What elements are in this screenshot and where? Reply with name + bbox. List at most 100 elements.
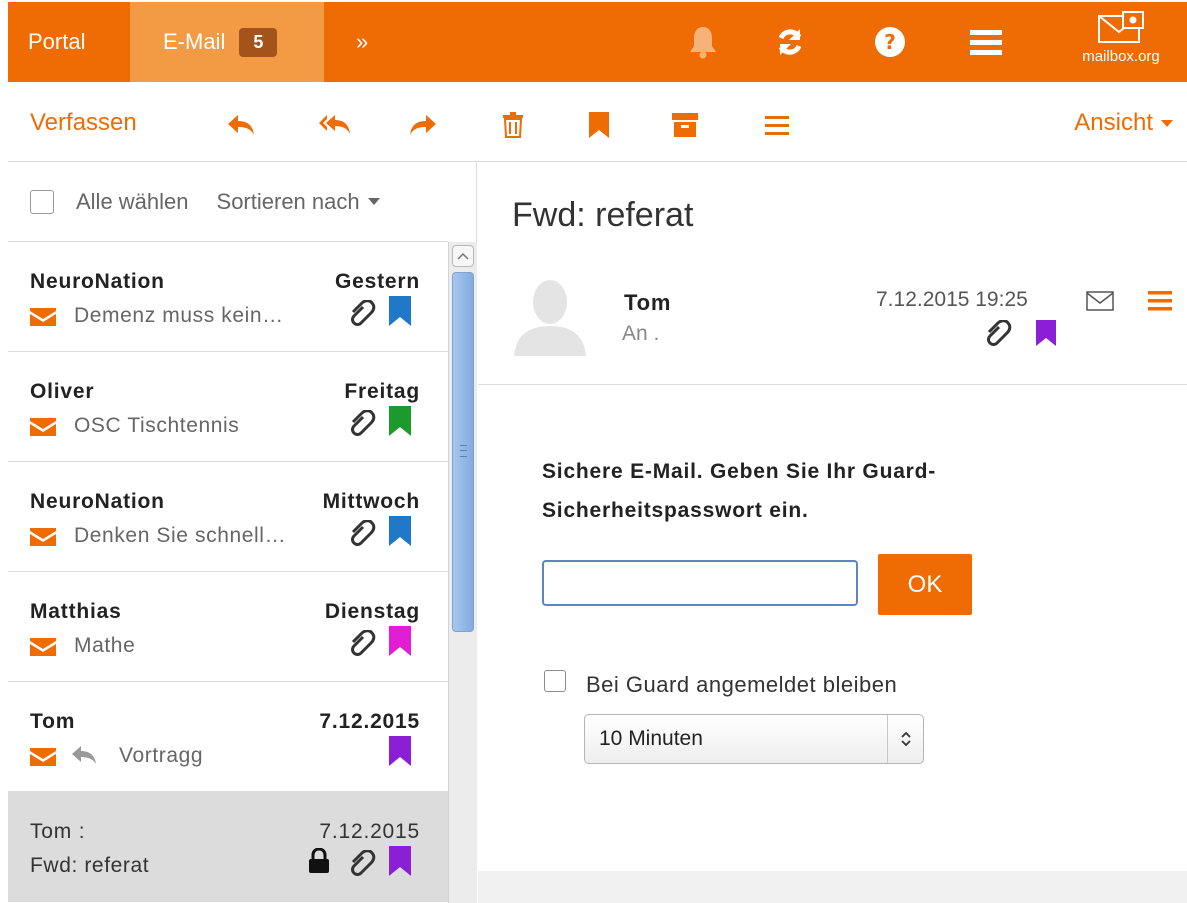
mail-date: Mittwoch — [322, 490, 420, 513]
menu-icon[interactable] — [968, 24, 1004, 60]
flag-icon[interactable] — [389, 296, 411, 326]
mail-sender: Tom : — [30, 820, 86, 843]
mail-subject: Demenz muss kein… — [74, 304, 284, 327]
stay-logged-in-checkbox[interactable] — [544, 670, 566, 692]
mail-subject: Vortragg — [119, 744, 204, 767]
forward-icon[interactable] — [406, 110, 440, 140]
tab-more-label: » — [356, 29, 369, 54]
mail-subject: Denken Sie schnell… — [74, 524, 287, 547]
attachment-icon — [351, 850, 376, 876]
duration-select[interactable]: 10 Minuten — [584, 714, 924, 764]
flag-icon[interactable] — [389, 736, 411, 766]
mail-subject: OSC Tischtennis — [74, 414, 240, 437]
flag-icon[interactable] — [389, 626, 411, 656]
mail-sender: Oliver — [30, 380, 95, 403]
flag-icon[interactable] — [389, 846, 411, 876]
select-all-label[interactable]: Alle wählen — [76, 189, 189, 215]
logo-icon — [1098, 11, 1144, 43]
unread-envelope-icon — [30, 638, 56, 656]
sort-dropdown[interactable]: Sortieren nach — [217, 189, 380, 215]
unread-envelope-icon — [30, 418, 56, 436]
mail-list-item[interactable]: Oliver Freitag OSC Tischtennis — [8, 352, 448, 462]
duration-selected-value: 10 Minuten — [599, 727, 703, 750]
view-dropdown[interactable]: Ansicht — [1074, 109, 1173, 137]
attachment-icon — [351, 300, 376, 326]
detail-date: 7.12.2015 19:25 — [876, 288, 1028, 311]
tab-email[interactable]: E-Mail 5 — [130, 2, 324, 82]
unread-envelope-icon — [30, 308, 56, 326]
mail-list-item[interactable]: Matthias Dienstag Mathe — [8, 572, 448, 682]
mail-list-item-selected[interactable]: Tom : 7.12.2015 Fwd: referat — [8, 792, 448, 902]
detail-bottom-strip — [478, 871, 1187, 903]
archive-icon[interactable] — [668, 110, 702, 140]
envelope-icon[interactable] — [1086, 290, 1114, 312]
logo-text: mailbox.org — [1082, 48, 1160, 65]
flag-icon[interactable] — [389, 406, 411, 436]
tab-portal-label: Portal — [28, 29, 86, 54]
mail-date: Dienstag — [324, 600, 420, 623]
mail-list-item[interactable]: NeuroNation Gestern Demenz muss kein… — [8, 242, 448, 352]
detail-recipient: An . — [622, 322, 660, 345]
mail-list-item[interactable]: Tom 7.12.2015 Vortragg — [8, 682, 448, 792]
detail-sender[interactable]: Tom — [624, 290, 671, 316]
ok-button[interactable]: OK — [878, 554, 972, 615]
tab-portal[interactable]: Portal — [8, 2, 130, 82]
mail-sender: Matthias — [30, 600, 122, 623]
chevron-down-icon — [1161, 119, 1173, 127]
unread-count-badge: 5 — [239, 27, 278, 57]
replied-icon — [72, 746, 96, 764]
sort-label: Sortieren nach — [216, 188, 360, 214]
header-divider — [478, 384, 1187, 385]
mail-list-scrollbar[interactable] — [448, 242, 477, 903]
more-icon[interactable] — [760, 110, 794, 140]
unread-envelope-icon — [30, 528, 56, 546]
menu-icon[interactable] — [1148, 290, 1172, 312]
unread-envelope-icon — [30, 748, 56, 766]
attachment-icon[interactable] — [982, 320, 1012, 346]
list-header: Alle wählen Sortieren nach — [8, 162, 448, 242]
mail-detail-pane: Fwd: referat Tom An . 7.12.2015 19:25 Si… — [478, 162, 1187, 903]
svg-text:?: ? — [884, 30, 896, 54]
flag-icon[interactable] — [389, 516, 411, 546]
flag-icon[interactable] — [1036, 320, 1056, 346]
delete-icon[interactable] — [496, 110, 530, 140]
top-navigation-bar: Portal E-Mail 5 » ? mailbox.org — [8, 2, 1187, 82]
select-all-checkbox[interactable] — [30, 189, 54, 214]
mail-date: Freitag — [344, 380, 420, 403]
chevron-up-icon — [457, 252, 469, 260]
compose-button[interactable]: Verfassen — [30, 109, 137, 137]
attachment-icon — [351, 630, 376, 656]
mail-sender: NeuroNation — [30, 270, 165, 293]
stay-logged-in-label[interactable]: Bei Guard angemeldet bleiben — [586, 672, 897, 698]
mailbox-logo[interactable]: mailbox.org — [1060, 10, 1182, 76]
mail-date: 7.12.2015 — [319, 820, 420, 843]
refresh-icon[interactable] — [772, 24, 808, 60]
mail-list-pane: Alle wählen Sortieren nach NeuroNation G… — [8, 162, 477, 903]
view-label: Ansicht — [1074, 109, 1153, 136]
mail-sender: Tom — [30, 710, 76, 733]
help-icon[interactable]: ? — [872, 24, 908, 60]
scroll-grip — [460, 445, 467, 457]
attachment-icon — [351, 520, 376, 546]
scroll-up-button[interactable] — [452, 245, 474, 267]
scroll-thumb[interactable] — [452, 272, 474, 632]
attachment-icon — [351, 410, 376, 436]
lock-icon — [309, 848, 329, 873]
avatar — [514, 280, 586, 356]
bell-icon[interactable] — [685, 24, 721, 60]
flag-icon[interactable] — [582, 110, 616, 140]
guard-password-input[interactable] — [542, 560, 858, 606]
mail-subject: Fwd: referat — [30, 854, 150, 877]
guard-message: Sichere E-Mail. Geben Sie Ihr Guard-Sich… — [542, 460, 937, 522]
mail-date: 7.12.2015 — [319, 710, 420, 733]
mail-list-item[interactable]: NeuroNation Mittwoch Denken Sie schnell… — [8, 462, 448, 572]
reply-icon[interactable] — [224, 110, 258, 140]
reply-all-icon[interactable] — [318, 110, 352, 140]
mail-subject: Mathe — [74, 634, 136, 657]
mail-sender: NeuroNation — [30, 490, 165, 513]
tab-more-apps[interactable]: » — [324, 2, 404, 82]
select-arrows-icon — [887, 715, 923, 763]
mail-toolbar: Verfassen Ansicht — [8, 82, 1187, 162]
tab-email-label: E-Mail — [163, 29, 226, 54]
mail-date: Gestern — [335, 270, 420, 293]
